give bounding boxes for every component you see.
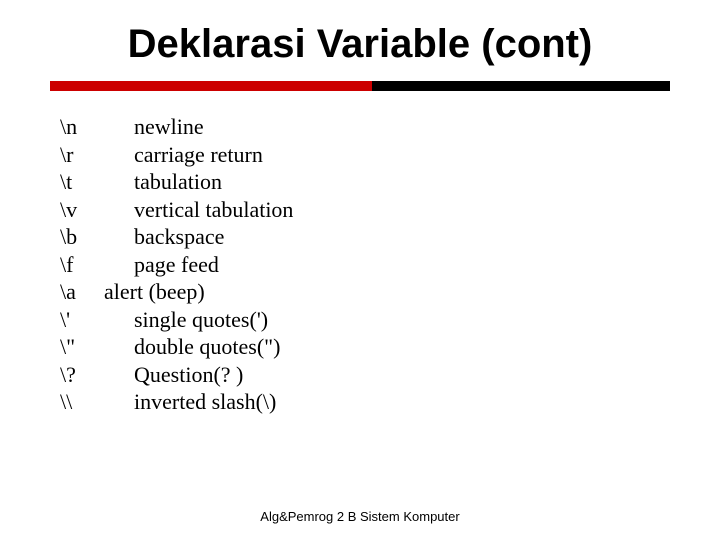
- footer-text: Alg&Pemrog 2 B Sistem Komputer: [0, 509, 720, 524]
- escape-desc: inverted slash(\): [104, 388, 276, 416]
- escape-desc: vertical tabulation: [104, 196, 293, 224]
- escape-desc: alert (beep): [104, 278, 205, 306]
- escape-code: \?: [60, 361, 104, 389]
- escape-code: \r: [60, 141, 104, 169]
- divider-red: [50, 81, 372, 91]
- escape-code: \\: [60, 388, 104, 416]
- slide: Deklarasi Variable (cont) \n newline \r …: [0, 0, 720, 540]
- list-item: \\ inverted slash(\): [60, 388, 670, 416]
- divider: [50, 81, 670, 91]
- escape-desc: Question(? ): [104, 361, 243, 389]
- list-item: \a alert (beep): [60, 278, 670, 306]
- escape-desc: page feed: [104, 251, 219, 279]
- escape-code: \": [60, 333, 104, 361]
- escape-code: \a: [60, 278, 104, 306]
- escape-desc: double quotes("): [104, 333, 280, 361]
- escape-desc: backspace: [104, 223, 224, 251]
- divider-black: [372, 81, 670, 91]
- list-item: \r carriage return: [60, 141, 670, 169]
- slide-title: Deklarasi Variable (cont): [50, 22, 670, 67]
- escape-code: \n: [60, 113, 104, 141]
- list-item: \? Question(? ): [60, 361, 670, 389]
- escape-list: \n newline \r carriage return \t tabulat…: [50, 113, 670, 416]
- escape-desc: carriage return: [104, 141, 263, 169]
- list-item: \b backspace: [60, 223, 670, 251]
- escape-code: \': [60, 306, 104, 334]
- escape-code: \f: [60, 251, 104, 279]
- list-item: \t tabulation: [60, 168, 670, 196]
- list-item: \' single quotes('): [60, 306, 670, 334]
- escape-desc: tabulation: [104, 168, 222, 196]
- escape-code: \b: [60, 223, 104, 251]
- list-item: \v vertical tabulation: [60, 196, 670, 224]
- escape-desc: single quotes('): [104, 306, 268, 334]
- escape-desc: newline: [104, 113, 204, 141]
- escape-code: \v: [60, 196, 104, 224]
- list-item: \f page feed: [60, 251, 670, 279]
- escape-code: \t: [60, 168, 104, 196]
- list-item: \n newline: [60, 113, 670, 141]
- list-item: \" double quotes("): [60, 333, 670, 361]
